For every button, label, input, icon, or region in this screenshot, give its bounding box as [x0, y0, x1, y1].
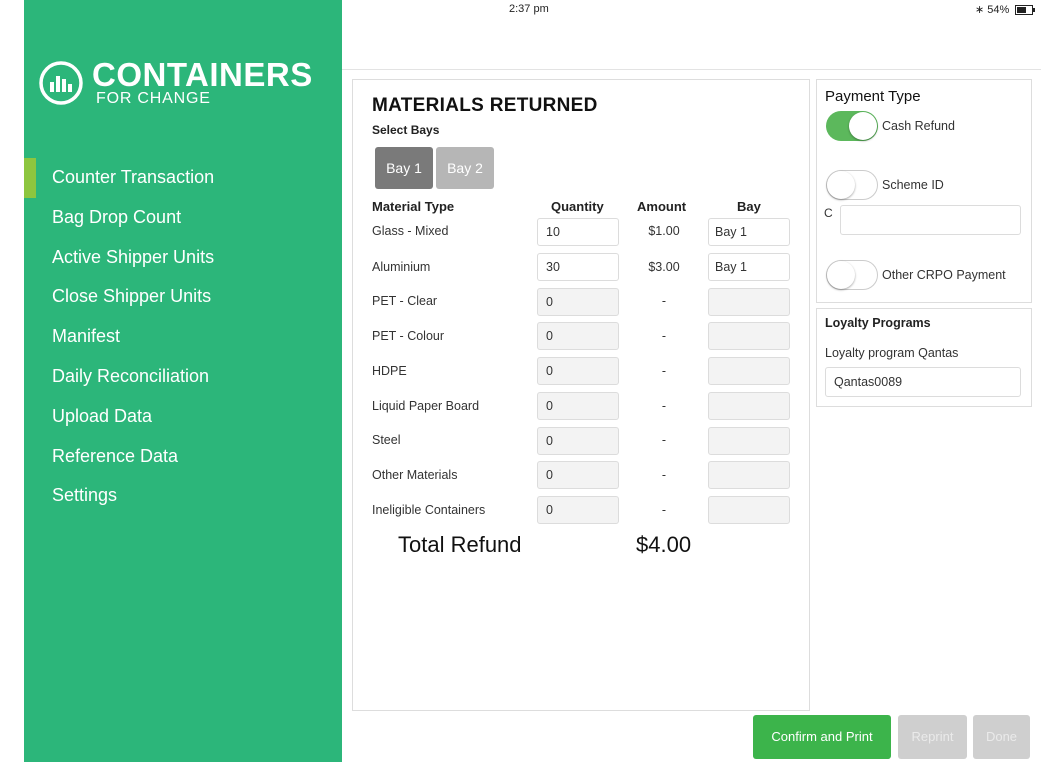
bay-2-button[interactable]: Bay 2 [436, 147, 494, 189]
sidebar-item-label: Counter Transaction [52, 167, 215, 187]
quantity-input[interactable]: 0 [537, 496, 619, 524]
bay-select[interactable] [708, 392, 790, 420]
total-refund-value: $4.00 [636, 532, 692, 557]
material-label: PET - Colour [372, 329, 445, 343]
sidebar-item-label: Daily Reconciliation [52, 365, 210, 386]
bay-select[interactable]: Bay 1 [708, 218, 790, 246]
active-indicator [24, 158, 36, 198]
battery-percent: 54% [987, 4, 1010, 16]
toggle-knob [827, 261, 855, 289]
bay-1-button[interactable]: Bay 1 [375, 147, 433, 189]
bay-select[interactable] [708, 288, 790, 316]
toggle-knob [827, 171, 855, 199]
brand-tagline: FOR CHANGE [96, 90, 211, 107]
quantity-input[interactable]: 0 [537, 392, 619, 420]
battery-icon [1015, 5, 1036, 16]
scheme-id-prefix: C [824, 206, 833, 220]
column-header-amount: Amount [637, 199, 687, 214]
material-label: Glass - Mixed [372, 224, 449, 238]
sidebar-item-upload-data[interactable]: Upload Data [24, 397, 342, 437]
material-label: HDPE [372, 364, 407, 378]
amount-value: - [661, 364, 667, 378]
cash-refund-toggle[interactable] [826, 111, 878, 141]
sidebar-item-reference-data[interactable]: Reference Data [24, 437, 342, 477]
loyalty-programs-title: Loyalty Programs [825, 316, 931, 330]
amount-value: - [661, 503, 667, 517]
sidebar-item-label: Bag Drop Count [52, 206, 182, 227]
bluetooth-icon: ∗ [975, 4, 985, 16]
amount-value: - [661, 399, 667, 413]
sidebar-item-bag-drop-count[interactable]: Bag Drop Count [24, 198, 342, 238]
sidebar-item-label: Settings [52, 485, 118, 506]
amount-value: - [661, 294, 667, 308]
other-crpo-payment-label: Other CRPO Payment [882, 268, 1006, 282]
sidebar-item-daily-reconciliation[interactable]: Daily Reconciliation [24, 357, 342, 397]
amount-value: - [661, 468, 667, 482]
bay-select[interactable] [708, 496, 790, 524]
total-refund-label: Total Refund [398, 532, 522, 557]
amount-value: $1.00 [648, 224, 680, 238]
header-divider [342, 69, 1041, 70]
bay-select[interactable] [708, 427, 790, 455]
sidebar-item-counter-transaction[interactable]: Counter Transaction [24, 158, 342, 198]
sidebar: CONTAINERS FOR CHANGE Counter Transactio… [24, 0, 342, 762]
material-label: Steel [372, 433, 401, 447]
sidebar-item-label: Manifest [52, 326, 121, 347]
scheme-id-toggle[interactable] [826, 170, 878, 200]
sidebar-item-label: Upload Data [52, 405, 153, 426]
quantity-input[interactable]: 10 [537, 218, 619, 246]
battery-status: ∗ 54% [975, 3, 1036, 16]
done-button[interactable]: Done [973, 715, 1030, 759]
quantity-input[interactable]: 0 [537, 357, 619, 385]
confirm-and-print-button[interactable]: Confirm and Print [753, 715, 891, 759]
amount-value: $3.00 [648, 260, 680, 274]
quantity-input[interactable]: 0 [537, 322, 619, 350]
sidebar-nav: Counter Transaction Bag Drop Count Activ… [24, 158, 342, 516]
bay-select[interactable] [708, 357, 790, 385]
loyalty-qantas-label: Loyalty program Qantas [825, 346, 959, 360]
other-crpo-payment-toggle[interactable] [826, 260, 878, 290]
quantity-input[interactable]: 0 [537, 427, 619, 455]
scheme-id-input[interactable] [840, 205, 1021, 235]
column-header-material: Material Type [372, 199, 455, 214]
column-header-bay: Bay [737, 199, 761, 214]
sidebar-item-label: Active Shipper Units [52, 246, 215, 267]
select-bays-label: Select Bays [372, 123, 440, 137]
material-label: Ineligible Containers [372, 503, 486, 517]
bay-select[interactable] [708, 461, 790, 489]
scheme-id-label: Scheme ID [882, 178, 944, 192]
material-label: Aluminium [372, 260, 431, 274]
sidebar-item-manifest[interactable]: Manifest [24, 317, 342, 357]
quantity-input[interactable]: 30 [537, 253, 619, 281]
reprint-button[interactable]: Reprint [898, 715, 967, 759]
sidebar-item-close-shipper-units[interactable]: Close Shipper Units [24, 277, 342, 317]
amount-value: - [661, 433, 667, 447]
brand-name: CONTAINERS [92, 56, 313, 93]
containers-logo-icon [39, 61, 83, 105]
bay-select[interactable] [708, 322, 790, 350]
amount-value: - [661, 329, 667, 343]
material-label: Liquid Paper Board [372, 399, 480, 413]
loyalty-qantas-input[interactable]: Qantas0089 [825, 367, 1021, 397]
brand-logo: CONTAINERS FOR CHANGE [38, 58, 338, 114]
sidebar-item-settings[interactable]: Settings [24, 476, 342, 516]
payment-type-title: Payment Type [825, 88, 921, 105]
cash-refund-label: Cash Refund [882, 119, 955, 133]
clock: 2:37 pm [509, 3, 549, 15]
material-label: PET - Clear [372, 294, 438, 308]
bay-select[interactable]: Bay 1 [708, 253, 790, 281]
sidebar-item-label: Close Shipper Units [52, 286, 212, 307]
sidebar-item-label: Reference Data [52, 445, 179, 466]
quantity-input[interactable]: 0 [537, 288, 619, 316]
page-title: MATERIALS RETURNED [372, 95, 598, 116]
quantity-input[interactable]: 0 [537, 461, 619, 489]
toggle-knob [849, 112, 877, 140]
material-label: Other Materials [372, 468, 458, 482]
sidebar-item-active-shipper-units[interactable]: Active Shipper Units [24, 238, 342, 278]
column-header-quantity: Quantity [551, 199, 604, 214]
